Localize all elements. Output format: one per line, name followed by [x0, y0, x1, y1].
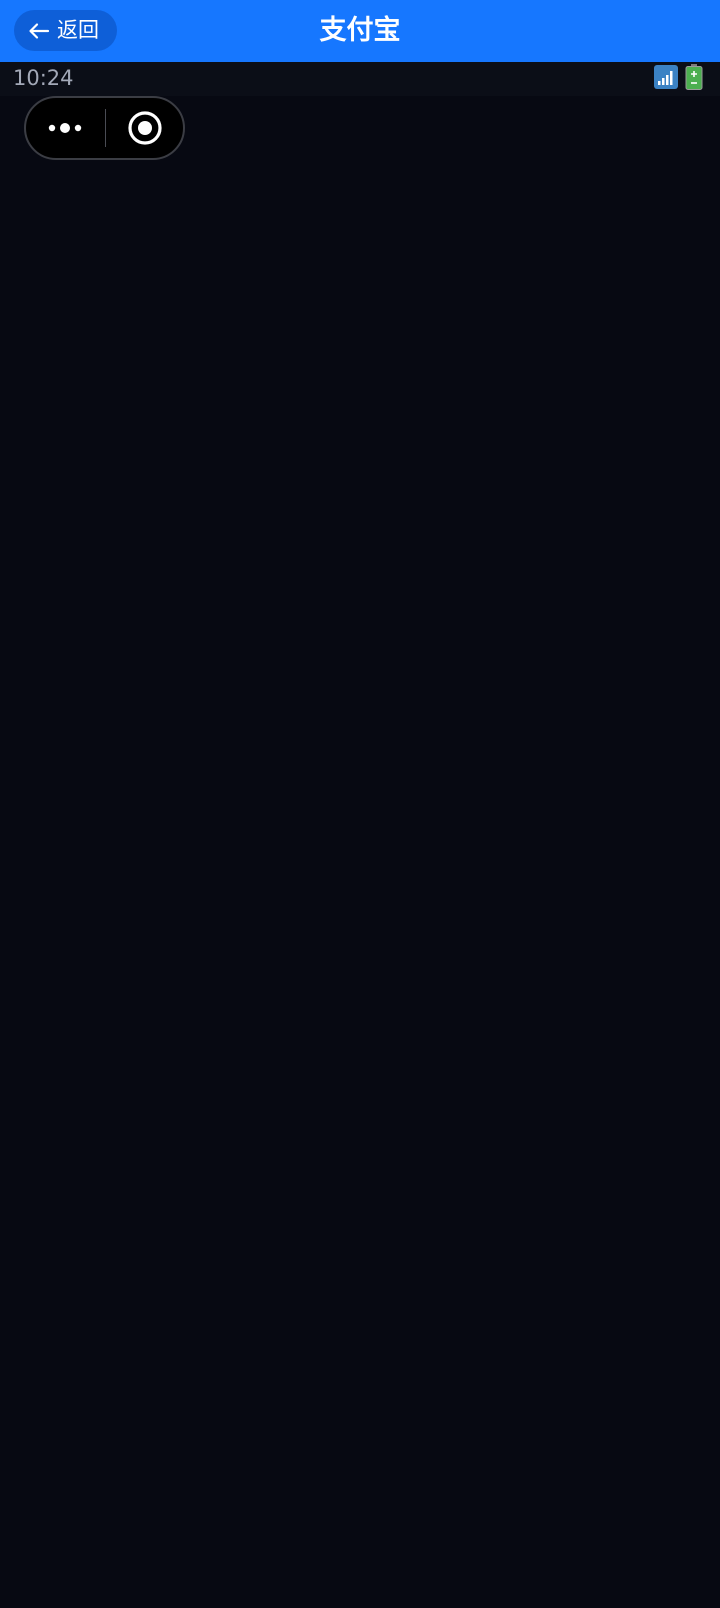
status-time: 10:24 [13, 66, 74, 90]
status-bar: 10:24 [0, 62, 720, 96]
back-button-label: 返回 [57, 18, 99, 42]
top-navigation-bar: 返回 支付宝 [0, 0, 720, 62]
more-button[interactable] [26, 98, 104, 158]
signal-icon [654, 65, 678, 89]
battery-icon [685, 64, 703, 90]
close-target-icon [128, 111, 162, 145]
mini-program-capsule [24, 96, 185, 160]
page-title: 支付宝 [319, 15, 401, 46]
more-icon [48, 123, 82, 133]
close-button[interactable] [107, 98, 183, 158]
arrow-left-icon [29, 22, 50, 39]
capsule-divider [105, 109, 106, 147]
page-content [0, 96, 720, 1608]
back-button[interactable]: 返回 [14, 10, 117, 51]
